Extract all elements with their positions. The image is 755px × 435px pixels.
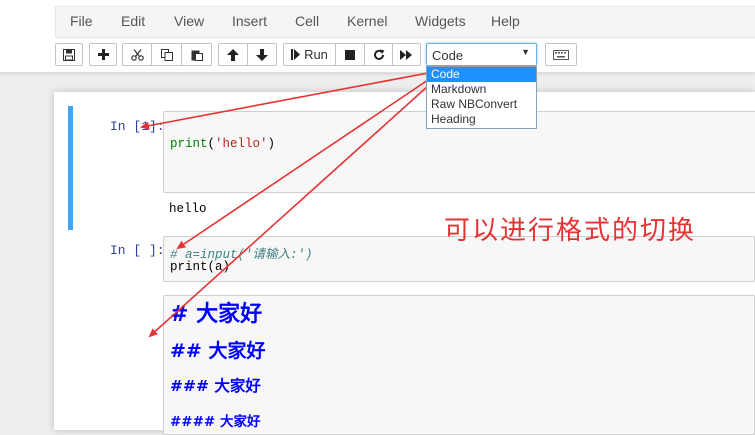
code-line: print(a): [170, 260, 231, 274]
arrow-up-icon: [227, 48, 239, 61]
cut-button[interactable]: [122, 43, 152, 66]
menu-file[interactable]: File: [70, 13, 93, 29]
cell-type-value: Code: [432, 48, 464, 63]
interrupt-button[interactable]: [336, 43, 365, 66]
menu-help[interactable]: Help: [491, 13, 520, 29]
save-button[interactable]: [55, 43, 83, 66]
restart-button[interactable]: [365, 43, 393, 66]
save-icon: [63, 48, 75, 61]
code-line: print('hello'): [170, 137, 276, 151]
plus-icon: [97, 49, 109, 60]
command-palette-button[interactable]: [545, 43, 577, 66]
option-code[interactable]: Code: [427, 67, 536, 82]
restart-run-all-button[interactable]: [393, 43, 421, 66]
markdown-h2: ## 大家好: [170, 340, 266, 362]
paste-button[interactable]: [182, 43, 212, 66]
markdown-h3: ### 大家好: [170, 377, 261, 395]
fast-forward-icon: [400, 49, 413, 60]
menu-cell[interactable]: Cell: [295, 13, 319, 29]
cell-type-dropdown: Code Markdown Raw NBConvert Heading: [426, 66, 537, 129]
input-prompt: In [1]:: [110, 119, 165, 134]
markdown-h4: #### 大家好: [170, 414, 261, 430]
cell-output: hello: [169, 202, 207, 216]
stop-icon: [345, 49, 355, 60]
option-raw-nbconvert[interactable]: Raw NBConvert: [427, 97, 536, 112]
copy-button[interactable]: [152, 43, 182, 66]
markdown-cell[interactable]: # 大家好 ## 大家好 ### 大家好 #### 大家好: [68, 295, 755, 435]
notebook-container: In [1]: print('hello') hello In [ ]: # a…: [54, 92, 755, 435]
run-button[interactable]: Run: [283, 43, 336, 66]
keyboard-icon: [553, 49, 569, 60]
move-up-button[interactable]: [218, 43, 248, 66]
menu-kernel[interactable]: Kernel: [347, 13, 387, 29]
input-prompt: In [ ]:: [110, 243, 165, 258]
menu-view[interactable]: View: [174, 13, 204, 29]
move-down-button[interactable]: [248, 43, 277, 66]
option-heading[interactable]: Heading: [427, 112, 536, 127]
markdown-h1: # 大家好: [170, 302, 263, 327]
option-markdown[interactable]: Markdown: [427, 82, 536, 97]
annotation-text: 可以进行格式的切换: [444, 216, 697, 246]
menu-insert[interactable]: Insert: [232, 13, 267, 29]
paste-icon: [191, 49, 203, 61]
markdown-input[interactable]: # 大家好 ## 大家好 ### 大家好 #### 大家好: [163, 295, 755, 435]
run-label: Run: [304, 47, 328, 62]
step-forward-icon: [291, 49, 301, 60]
menu-widgets[interactable]: Widgets: [415, 13, 466, 29]
cell-type-select[interactable]: Code ▼: [426, 43, 537, 66]
refresh-icon: [373, 49, 385, 61]
copy-icon: [160, 48, 173, 61]
menubar: File Edit View Insert Cell Kernel Widget…: [55, 6, 755, 38]
insert-cell-button[interactable]: [89, 43, 117, 66]
scissors-icon: [130, 48, 144, 61]
notebook-header: File Edit View Insert Cell Kernel Widget…: [0, 0, 755, 73]
caret-down-icon: ▼: [521, 47, 530, 57]
arrow-down-icon: [256, 48, 268, 61]
menu-edit[interactable]: Edit: [121, 13, 145, 29]
